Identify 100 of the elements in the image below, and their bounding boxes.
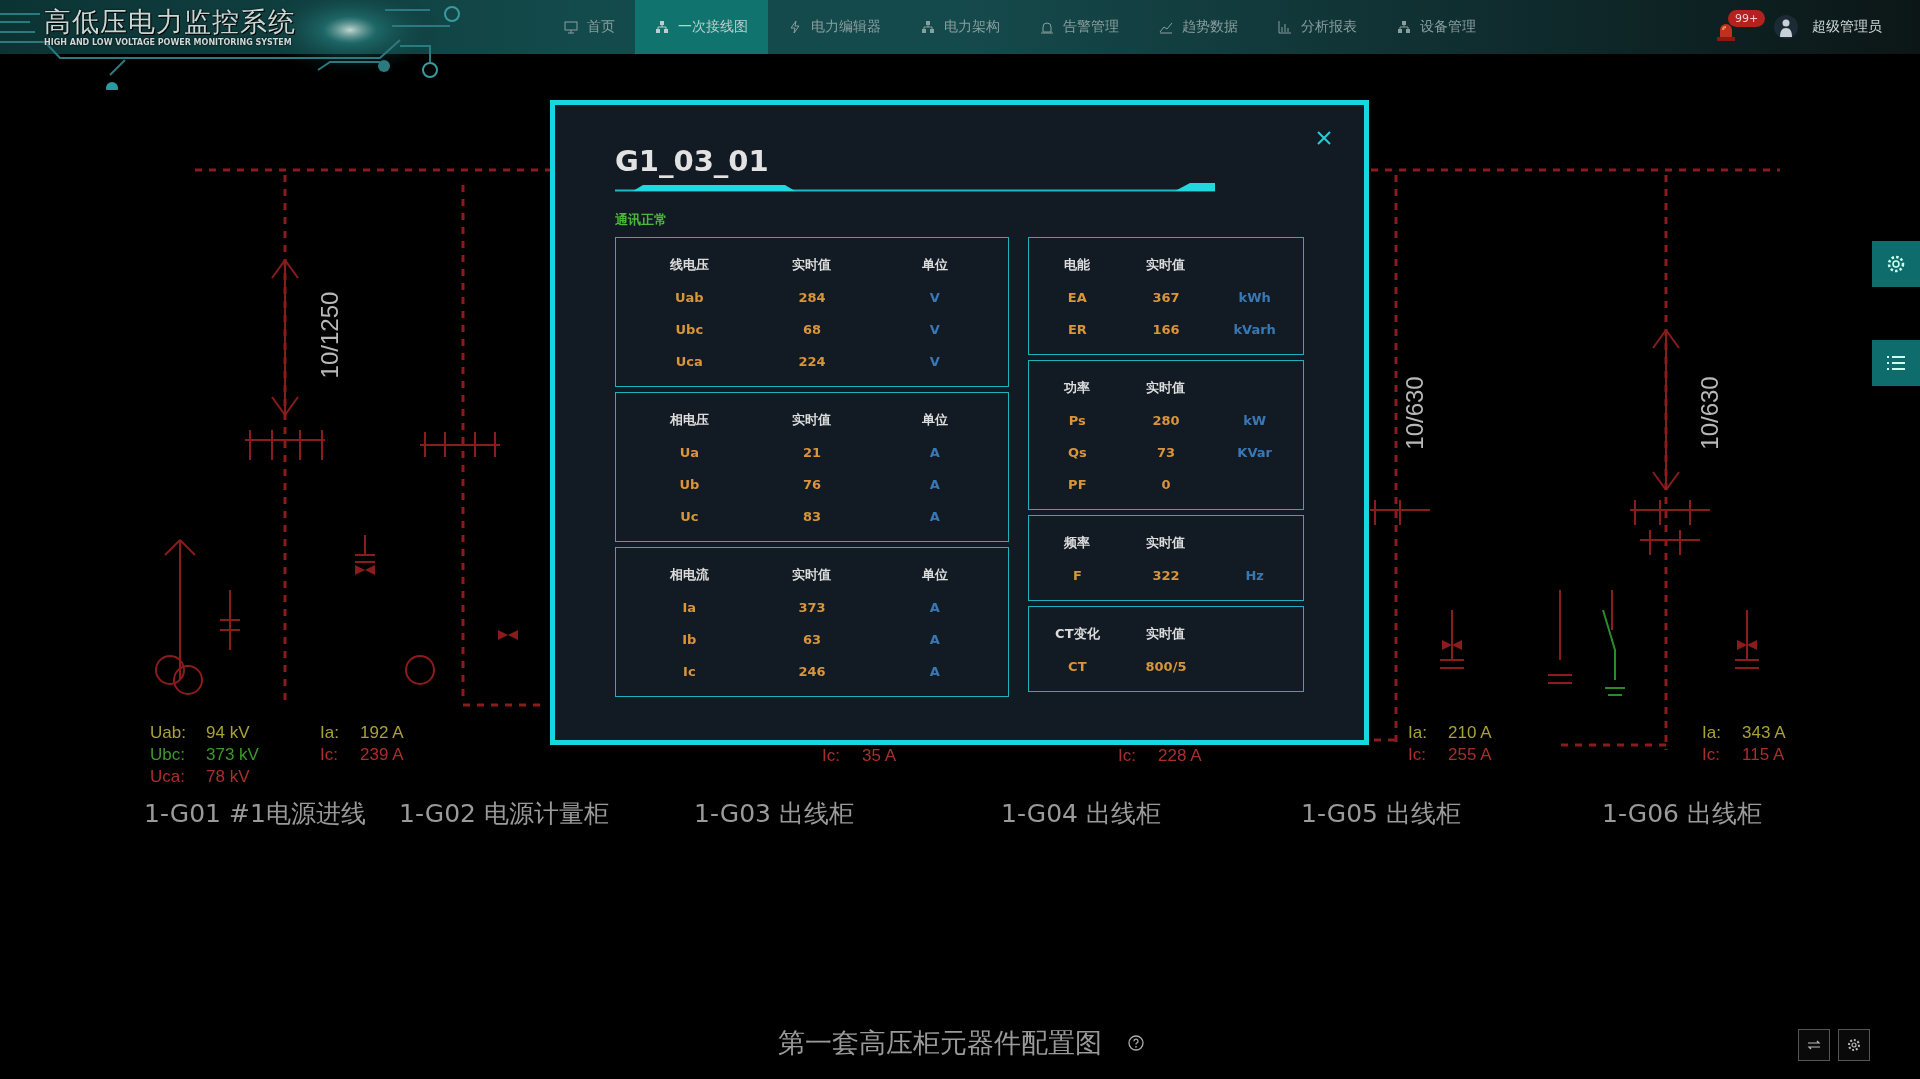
column-header: 实时值 xyxy=(1146,625,1186,643)
table-cell: 322 xyxy=(1152,567,1180,583)
monitor-icon xyxy=(564,20,578,34)
column-header: 电能 xyxy=(1064,256,1091,274)
table-cell: Uc xyxy=(680,508,699,524)
reading-value: 78 kV xyxy=(206,767,251,787)
reading-value: 210 A xyxy=(1448,723,1492,743)
table-cell: A xyxy=(929,599,940,615)
notification-badge: 99+ xyxy=(1728,10,1766,27)
table-cell: KVar xyxy=(1237,444,1272,460)
bar-chart-icon xyxy=(1278,20,1292,34)
table-cell: Ib xyxy=(682,631,697,647)
table-cell: Ubc xyxy=(675,321,704,337)
reading-label: Ia: xyxy=(1408,723,1428,743)
table-cell: V xyxy=(929,321,940,337)
nav-tab[interactable]: 分析报表 xyxy=(1258,0,1377,54)
user-name[interactable]: 超级管理员 xyxy=(1812,18,1882,36)
line-chart-icon xyxy=(1159,20,1173,34)
nav-tab[interactable]: 告警管理 xyxy=(1020,0,1139,54)
list-icon xyxy=(1886,354,1906,372)
reading-label: Ia: xyxy=(1702,723,1722,743)
reading-label: Ubc: xyxy=(150,745,186,765)
nav-tab[interactable]: 电力编辑器 xyxy=(768,0,901,54)
nav-tab[interactable]: 一次接线图 xyxy=(635,0,768,54)
feeder-label: 1-G02 电源计量柜 xyxy=(399,798,609,830)
reading-value: 373 kV xyxy=(206,745,259,765)
column-header: 实时值 xyxy=(1146,256,1186,274)
hierarchy-icon xyxy=(921,20,935,34)
help-icon[interactable] xyxy=(1128,1035,1144,1051)
swap-button[interactable] xyxy=(1798,1029,1830,1061)
rating-label: 10/630 xyxy=(1696,376,1724,450)
lightning-icon xyxy=(788,20,802,34)
settings-button[interactable] xyxy=(1872,241,1920,287)
column-header: 实时值 xyxy=(1146,379,1186,397)
column-header: 功率 xyxy=(1064,379,1091,397)
feeder-label: 1-G06 出线柜 xyxy=(1602,798,1762,830)
table-cell: Uca xyxy=(675,353,703,369)
connection-status: 通讯正常 xyxy=(615,212,668,228)
hierarchy-icon xyxy=(655,20,669,34)
siren-icon xyxy=(1040,20,1054,34)
table-cell: A xyxy=(929,444,940,460)
table-cell: 367 xyxy=(1152,289,1180,305)
table-cell: kWh xyxy=(1238,289,1271,305)
column-header: 单位 xyxy=(921,566,948,584)
table-cell: 284 xyxy=(798,289,826,305)
settings-icon xyxy=(1886,254,1906,274)
reading-value: 239 A xyxy=(360,745,404,765)
table-cell: 166 xyxy=(1152,321,1180,337)
reading-value: 192 A xyxy=(360,723,404,743)
column-header: 相电流 xyxy=(669,566,709,584)
reading-label: Ic: xyxy=(822,746,841,766)
avatar-icon[interactable] xyxy=(1774,15,1798,39)
feeder-label: 1-G03 出线柜 xyxy=(694,798,854,830)
table-cell: PF xyxy=(1068,476,1087,492)
table-cell: 224 xyxy=(798,353,826,369)
nav-tab[interactable]: 首页 xyxy=(544,0,635,54)
reading-label: Ic: xyxy=(1118,746,1137,766)
column-header: 线电压 xyxy=(669,256,709,274)
table-cell: A xyxy=(929,663,940,679)
table-cell: F xyxy=(1072,567,1082,583)
table-cell: 73 xyxy=(1156,444,1176,460)
table-cell: Qs xyxy=(1067,444,1087,460)
reading-value: 228 A xyxy=(1158,746,1202,766)
table-cell: A xyxy=(929,631,940,647)
nav-tab[interactable]: 趋势数据 xyxy=(1139,0,1258,54)
nav-tab[interactable]: 电力架构 xyxy=(901,0,1020,54)
column-header: 单位 xyxy=(921,256,948,274)
column-header: CT变化 xyxy=(1055,625,1100,643)
settings-button[interactable] xyxy=(1838,1029,1870,1061)
table-cell: Hz xyxy=(1245,567,1264,583)
table-cell: Ia xyxy=(682,599,697,615)
close-button[interactable] xyxy=(1317,131,1331,145)
table-cell: 280 xyxy=(1152,412,1180,428)
dialog-title: G1_03_01 xyxy=(615,143,770,179)
reading-value: 35 A xyxy=(862,746,897,766)
table-cell: kVarh xyxy=(1233,321,1276,337)
app-subtitle: HIGH AND LOW VOLTAGE POWER MONITORING SYSTEM xyxy=(44,38,293,48)
column-header: 实时值 xyxy=(792,411,832,429)
column-header: 频率 xyxy=(1064,534,1091,552)
close-icon xyxy=(1317,131,1331,145)
table-cell: 63 xyxy=(802,631,822,647)
column-header: 实时值 xyxy=(792,566,832,584)
table-cell: 76 xyxy=(802,476,822,492)
table-cell: Ua xyxy=(679,444,699,460)
table-cell: Ic xyxy=(683,663,696,679)
table-cell: EA xyxy=(1067,289,1087,305)
nav-tab[interactable]: 设备管理 xyxy=(1377,0,1496,54)
table-cell: A xyxy=(929,508,940,524)
table-cell: 246 xyxy=(798,663,826,679)
table-cell: 800/5 xyxy=(1145,658,1187,674)
reading-value: 115 A xyxy=(1742,745,1786,765)
reading-value: 94 kV xyxy=(206,723,251,743)
table-cell: ER xyxy=(1067,321,1087,337)
list-button[interactable] xyxy=(1872,340,1920,386)
reading-value: 343 A xyxy=(1742,723,1786,743)
reading-label: Uca: xyxy=(150,767,186,787)
table-cell: A xyxy=(929,476,940,492)
diagram-title: 第一套高压柜元器件配置图 xyxy=(778,1026,1102,1060)
reading-label: Ic: xyxy=(320,745,339,765)
column-header: 实时值 xyxy=(1146,534,1186,552)
